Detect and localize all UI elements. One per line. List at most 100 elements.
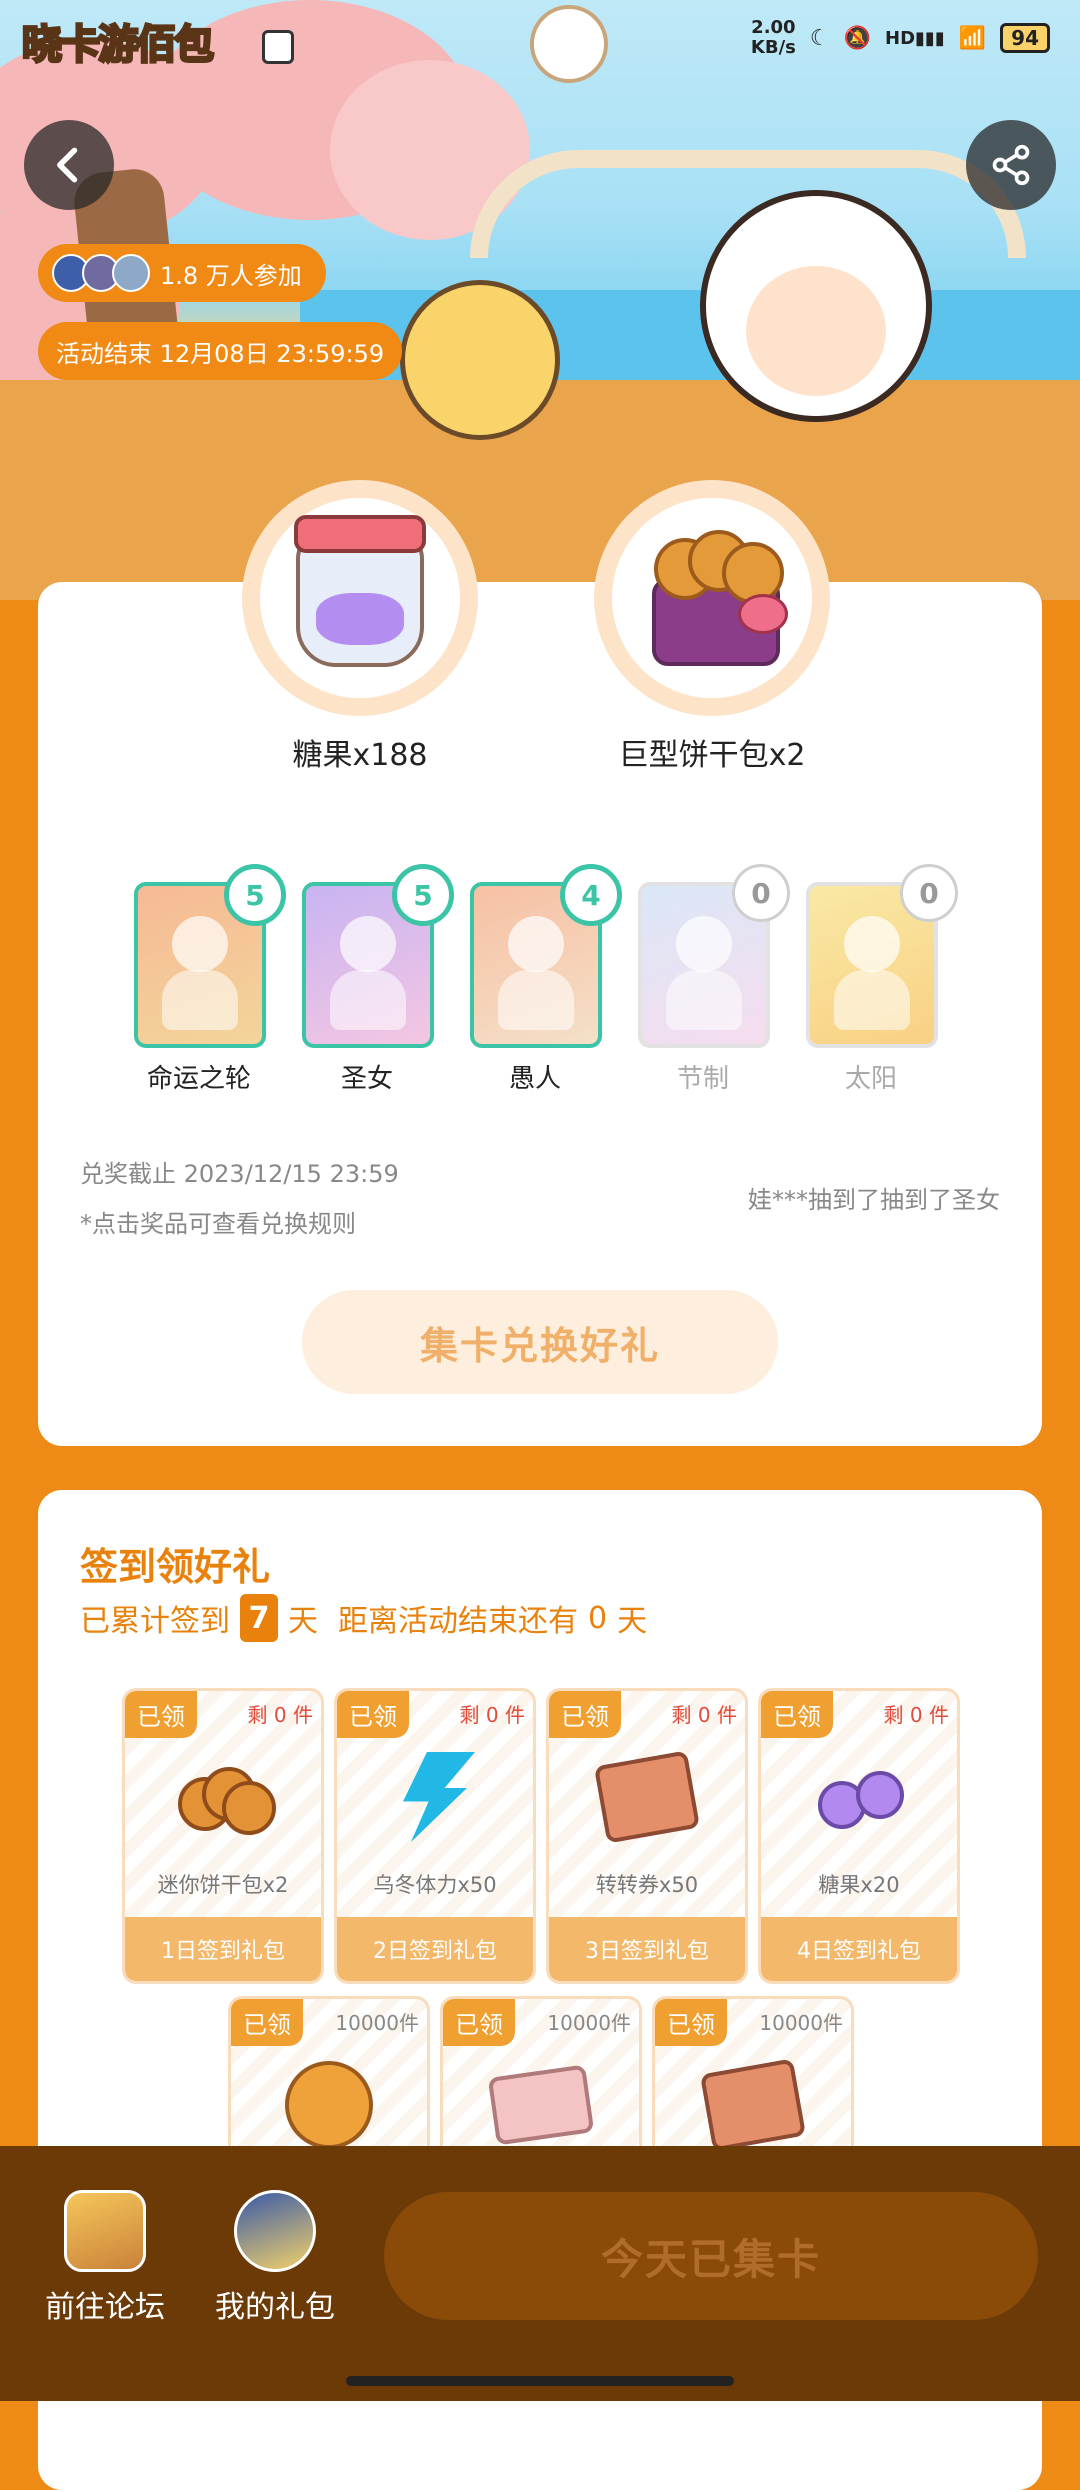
signin-label: 已累计签到: [80, 1604, 230, 1639]
gift-name: 糖果x20: [818, 1873, 900, 1897]
forum-label: 前往论坛: [45, 2290, 165, 2325]
signin-gift-day1[interactable]: 已领 剩 0 件 迷你饼干包x2 1日签到礼包: [122, 1688, 324, 1984]
claimed-tag: 已领: [443, 1999, 515, 2046]
network-speed: 2.00 KB/s: [750, 17, 796, 58]
share-button[interactable]: [966, 120, 1056, 210]
cake-icon: [285, 2061, 373, 2149]
card-count-badge: 0: [900, 864, 958, 922]
gift-name: 乌冬体力x50: [373, 1873, 497, 1897]
chevron-left-icon: [57, 147, 78, 183]
signin-title: 签到领好礼: [80, 1545, 271, 1589]
remaining-label: 距离活动结束还有: [338, 1604, 578, 1639]
collect-card-button[interactable]: 今天已集卡: [384, 2192, 1038, 2320]
my-gifts-label: 我的礼包: [215, 2290, 335, 2325]
signin-gift-day4[interactable]: 已领 剩 0 件 糖果x20 4日签到礼包: [758, 1688, 960, 1984]
gift-day-label: 3日签到礼包: [549, 1917, 745, 1981]
card-name: 命运之轮: [146, 1064, 251, 1094]
claimed-tag: 已领: [337, 1691, 409, 1738]
forum-button[interactable]: 前往论坛: [20, 2190, 190, 2326]
ticket-stack-icon: [699, 2058, 807, 2152]
participants-count: 1.8 万人参加: [160, 261, 302, 290]
tarot-card-temperance[interactable]: 0 节制: [638, 864, 790, 1095]
app-logo: 晓卡游佰包: [21, 21, 216, 70]
participant-avatars: [52, 254, 150, 292]
card-name: 太阳: [844, 1064, 897, 1094]
gift-name: 迷你饼干包x2: [157, 1873, 289, 1897]
signal-icon: HD▮▮▮: [885, 27, 945, 49]
tarot-card-wheel[interactable]: 5 命运之轮: [134, 864, 286, 1095]
activity-end-badge: 活动结束 12月08日 23:59:59: [38, 322, 403, 380]
stock-left: 10000件: [335, 2011, 419, 2035]
pink-ticket-icon: [487, 2064, 595, 2146]
signin-gift-day3[interactable]: 已领 剩 0 件 转转券x50 3日签到礼包: [546, 1688, 748, 1984]
redeem-rule-note: *点击奖品可查看兑换规则: [80, 1210, 356, 1238]
card-count-badge: 4: [560, 864, 622, 926]
claimed-tag: 已领: [125, 1691, 197, 1738]
participants-badge: 1.8 万人参加: [38, 244, 326, 302]
card-name: 节制: [676, 1064, 729, 1094]
gift-day-label: 1日签到礼包: [125, 1917, 321, 1981]
deck: [0, 380, 1080, 600]
shield-icon: [262, 30, 294, 64]
avatar: [112, 254, 150, 292]
home-indicator[interactable]: [346, 2376, 734, 2386]
card-name: 愚人: [508, 1064, 561, 1094]
stock-left: 剩 0 件: [671, 1703, 737, 1727]
back-button[interactable]: [24, 120, 114, 210]
tarot-card-sun[interactable]: 0 太阳: [806, 864, 958, 1095]
card-count-badge: 0: [732, 864, 790, 922]
redeem-deadline: 兑奖截止 2023/12/15 23:59: [80, 1160, 399, 1188]
winner-ticker: 娃***抽到了抽到了圣女: [748, 1186, 1000, 1214]
share-icon: [992, 144, 1030, 186]
battery-indicator: 94: [1000, 23, 1050, 53]
stock-left: 剩 0 件: [247, 1703, 313, 1727]
bottom-action-bar: 前往论坛 我的礼包 今天已集卡: [0, 2146, 1080, 2401]
days-unit: 天: [288, 1604, 318, 1639]
ticket-icon: [593, 1750, 701, 1844]
gift-day-label: 2日签到礼包: [337, 1917, 533, 1981]
duck-character: [530, 5, 608, 83]
card-name: 圣女: [340, 1064, 393, 1094]
gift-day-label: 4日签到礼包: [761, 1917, 957, 1981]
tarot-card-fool[interactable]: 4 愚人: [470, 864, 622, 1095]
hero-banner: 晓卡游佰包 2.00 KB/s ☾ 🔕 HD▮▮▮ 📶 94 1.8 万人参加 活…: [0, 0, 1080, 600]
claimed-tag: 已领: [231, 1999, 303, 2046]
prize-biscuit-pack[interactable]: 巨型饼干包x2: [594, 480, 830, 774]
moon-icon: ☾: [809, 25, 830, 51]
days-unit: 天: [617, 1604, 648, 1639]
candy-jar-icon: [294, 515, 426, 667]
claimed-tag: 已领: [655, 1999, 727, 2046]
lightning-icon: [403, 1752, 475, 1842]
card-count-badge: 5: [224, 864, 286, 926]
card-collection-panel: 糖果x188 巨型饼干包x2 5 命运之轮 5 圣女 4 愚人 0 节制 0 太…: [38, 480, 1042, 1446]
exchange-gift-button[interactable]: 集卡兑换好礼: [302, 1290, 778, 1394]
status-bar: 2.00 KB/s ☾ 🔕 HD▮▮▮ 📶 94: [751, 18, 1050, 58]
forum-icon: [64, 2190, 146, 2272]
stock-left: 剩 0 件: [459, 1703, 525, 1727]
my-gifts-button[interactable]: 我的礼包: [190, 2190, 360, 2326]
panda-hat-character: [700, 190, 932, 422]
card-count-badge: 5: [392, 864, 454, 926]
prize-label: 巨型饼干包x2: [618, 738, 806, 773]
signin-progress: 已累计签到 7 天 距离活动结束还有 0 天: [80, 1594, 647, 1642]
stock-left: 10000件: [759, 2011, 843, 2035]
mute-icon: 🔕: [843, 25, 872, 51]
tarot-card-saint[interactable]: 5 圣女: [302, 864, 454, 1095]
gift-bag-icon: [234, 2190, 316, 2272]
claimed-tag: 已领: [761, 1691, 833, 1738]
prize-candy[interactable]: 糖果x188: [242, 480, 478, 774]
wifi-icon: 📶: [958, 25, 987, 51]
candy-icon: [814, 1767, 904, 1829]
signin-days: 7: [240, 1594, 278, 1642]
gift-name: 转转券x50: [595, 1873, 699, 1897]
prize-label: 糖果x188: [292, 738, 428, 773]
biscuit-box-icon: [642, 530, 788, 666]
remaining-days: 0: [588, 1600, 608, 1636]
signin-gift-day2[interactable]: 已领 剩 0 件 乌冬体力x50 2日签到礼包: [334, 1688, 536, 1984]
cookies-icon: [178, 1767, 276, 1835]
stock-left: 10000件: [547, 2011, 631, 2035]
chick-character: [400, 280, 560, 440]
stock-left: 剩 0 件: [883, 1703, 949, 1727]
tarot-card-row: 5 命运之轮 5 圣女 4 愚人 0 节制 0 太阳: [134, 864, 958, 1095]
claimed-tag: 已领: [549, 1691, 621, 1738]
